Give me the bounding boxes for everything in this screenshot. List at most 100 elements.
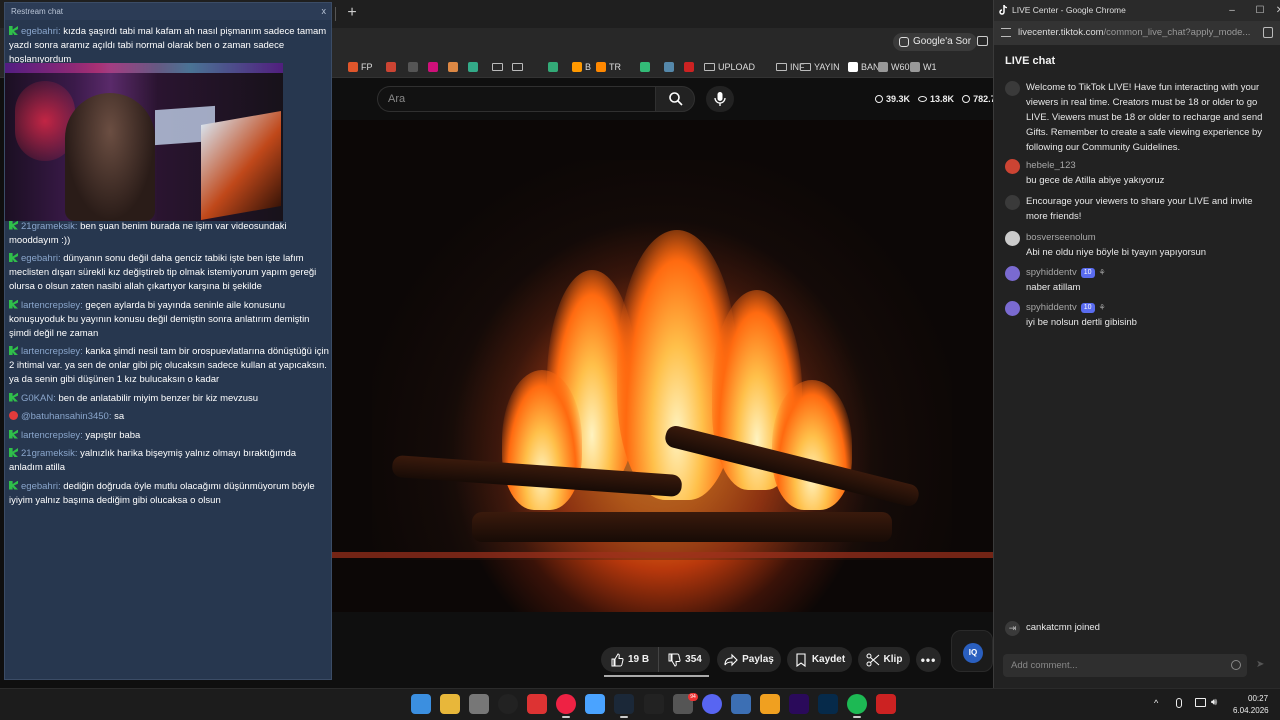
bookmark-item[interactable]: W60 — [878, 60, 910, 74]
remote-desktop-icon[interactable] — [585, 694, 605, 714]
extensions-icon[interactable] — [1263, 27, 1273, 38]
tiktok-icon — [1005, 81, 1020, 96]
bookmark-item[interactable]: BAN — [848, 60, 880, 74]
chatgpt-icon[interactable] — [498, 694, 518, 714]
photoshop-icon[interactable] — [818, 694, 838, 714]
epic-games-icon[interactable] — [644, 694, 664, 714]
comment-input[interactable]: Add comment... — [1003, 654, 1247, 677]
bookmark-item[interactable] — [428, 60, 438, 74]
fan-club-icon: ⚘ — [1098, 303, 1106, 312]
chat-username[interactable]: hebele_123 — [1026, 158, 1076, 173]
close-button[interactable]: x — [322, 3, 327, 20]
chrome-icon[interactable] — [556, 694, 576, 714]
new-tab-button[interactable]: + — [340, 3, 364, 23]
kick-icon — [9, 429, 18, 439]
clock-time[interactable]: 00:27 — [1248, 694, 1268, 703]
file-explorer-icon[interactable] — [440, 694, 460, 714]
url-bar[interactable]: livecenter.tiktok.com/common_live_chat?a… — [994, 21, 1280, 45]
bookmark-item[interactable] — [640, 60, 650, 74]
clock-date[interactable]: 6.04.2026 — [1233, 706, 1269, 715]
bookmark-item[interactable]: W1 — [910, 60, 937, 74]
chat-username[interactable]: spyhiddentv — [1026, 265, 1077, 280]
bookmark-item[interactable] — [512, 60, 523, 74]
message-text: Encourage your viewers to share your LIV… — [1026, 196, 1253, 222]
minimize-button[interactable]: – — [1218, 0, 1246, 21]
chat-username[interactable]: @batuhansahin3450 — [21, 411, 109, 422]
bookmark-item[interactable]: B — [572, 60, 591, 74]
more-actions-button[interactable]: ••• — [916, 647, 941, 672]
chat-message: lartencrepsley: geçen aylarda bi yayında… — [9, 299, 329, 341]
chat-message: egebahri: kızda şaşırdı tabi mal kafam a… — [9, 25, 329, 67]
window-close-button[interactable]: ✕ — [1266, 0, 1280, 21]
app-icon[interactable] — [731, 694, 751, 714]
google-sor-button[interactable]: Google'a Sor — [893, 33, 978, 51]
avatar[interactable] — [1005, 266, 1020, 281]
bookmark-item[interactable]: FP — [348, 60, 373, 74]
bookmark-item[interactable] — [468, 60, 478, 74]
bookmark-favicon-icon — [386, 62, 396, 72]
youtube-icon — [9, 411, 18, 420]
chat-username[interactable]: lartencrepsley — [21, 300, 80, 311]
chat-username[interactable]: egebahri — [21, 253, 58, 264]
bookmark-favicon-icon — [596, 62, 606, 72]
chat-username[interactable]: spyhiddentv — [1026, 300, 1077, 315]
bookmark-item[interactable] — [664, 60, 674, 74]
tray-chevron-icon[interactable]: ^ — [1154, 698, 1158, 708]
search-input[interactable]: Ara — [377, 86, 655, 112]
share-button[interactable]: Paylaş — [717, 647, 781, 672]
bookmark-item[interactable] — [548, 60, 558, 74]
bookmark-item[interactable]: YAYIN — [800, 60, 840, 74]
bookmark-item[interactable] — [386, 60, 396, 74]
message-body: Encourage your viewers to share your LIV… — [1026, 194, 1275, 224]
bookmark-item[interactable] — [684, 60, 694, 74]
site-settings-icon[interactable] — [1001, 28, 1011, 37]
search-button[interactable] — [655, 86, 695, 112]
capture-icon[interactable] — [527, 694, 547, 714]
save-button[interactable]: Kaydet — [787, 647, 852, 672]
bookmark-item[interactable]: UPLOAD — [704, 60, 755, 74]
volume-tray-icon[interactable]: 🔊︎ — [1211, 697, 1217, 708]
chat-username[interactable]: lartencrepsley — [21, 430, 80, 441]
chat-username[interactable]: 21grameksik — [21, 448, 75, 459]
display-tray-icon[interactable] — [1195, 698, 1206, 707]
bookmark-item[interactable] — [408, 60, 418, 74]
send-icon[interactable]: ➤ — [1256, 660, 1266, 670]
sidebar-toggle-icon[interactable] — [977, 36, 988, 46]
windows-start-icon[interactable] — [411, 694, 431, 714]
avatar[interactable] — [1005, 301, 1020, 316]
emoji-icon[interactable] — [1231, 660, 1241, 670]
avatar[interactable] — [1005, 159, 1020, 174]
chat-username[interactable]: egebahri — [21, 26, 58, 37]
video-player[interactable] — [332, 120, 994, 612]
kick-icon — [9, 299, 18, 309]
app-icon[interactable] — [760, 694, 780, 714]
chat-username[interactable]: G0KAN — [21, 393, 53, 404]
chat-username[interactable]: bosverseenolum — [1026, 230, 1096, 245]
like-button[interactable]: 19 B — [601, 647, 658, 672]
log — [472, 512, 892, 542]
message-body: Welcome to TikTok LIVE! Have fun interac… — [1026, 80, 1275, 155]
folder-icon — [512, 63, 523, 71]
dislike-button[interactable]: 354 — [658, 647, 710, 672]
bookmark-favicon-icon — [348, 62, 358, 72]
stat-value: 39.3K — [886, 94, 911, 104]
capcut-icon[interactable] — [876, 694, 896, 714]
steam-icon[interactable] — [614, 694, 634, 714]
chat-username[interactable]: 21grameksik — [21, 221, 75, 232]
clip-label: Klip — [883, 654, 903, 665]
microphone-tray-icon[interactable] — [1176, 698, 1182, 708]
bookmark-item[interactable]: TR — [596, 60, 621, 74]
chat-username[interactable]: egebahri — [21, 481, 58, 492]
discord-icon[interactable] — [702, 694, 722, 714]
bookmark-item[interactable] — [448, 60, 458, 74]
clip-button[interactable]: Klip — [858, 647, 910, 672]
spotify-icon[interactable] — [847, 694, 867, 714]
bookmark-item[interactable] — [492, 60, 503, 74]
thumbs-down-icon — [668, 653, 681, 667]
premiere-pro-icon[interactable] — [789, 694, 809, 714]
voice-search-button[interactable] — [706, 86, 734, 112]
microphone-icon — [714, 92, 726, 106]
avatar[interactable] — [1005, 231, 1020, 246]
chat-username[interactable]: lartencrepsley — [21, 346, 80, 357]
microsoft-store-icon[interactable] — [469, 694, 489, 714]
